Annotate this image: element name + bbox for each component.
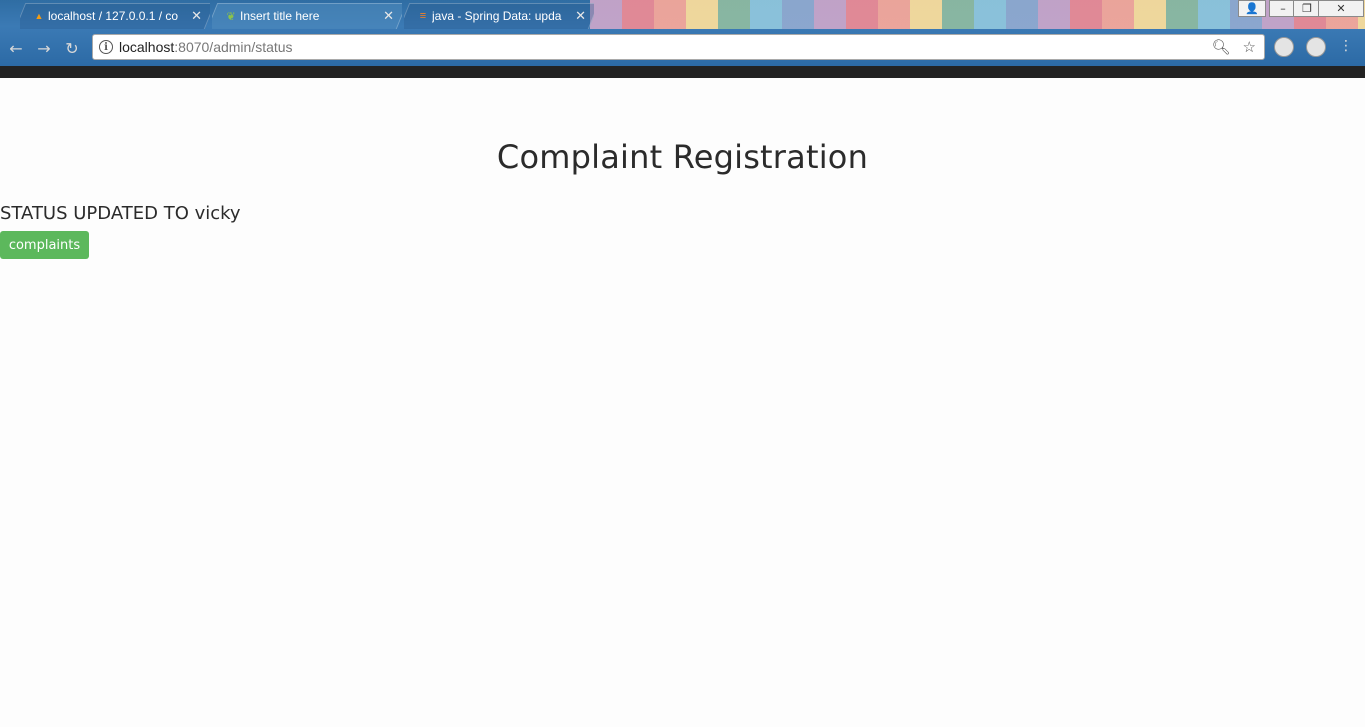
tab-insert-title[interactable]: ❦ Insert title here ✕: [212, 3, 402, 29]
extension-icon[interactable]: [1274, 37, 1294, 57]
page-title: Complaint Registration: [496, 138, 869, 176]
spring-leaf-icon: ❦: [226, 10, 236, 23]
extension-icon[interactable]: [1306, 37, 1326, 57]
tab-title: Insert title here: [240, 9, 320, 23]
forward-icon[interactable]: →: [34, 38, 54, 58]
info-icon[interactable]: i: [99, 40, 113, 54]
reload-icon[interactable]: ↻: [62, 38, 82, 58]
tab-stackoverflow[interactable]: ≡ java - Spring Data: upda ✕: [404, 3, 594, 29]
close-icon[interactable]: ✕: [383, 8, 394, 24]
complaints-button[interactable]: complaints: [0, 231, 89, 259]
navbar-strip: [0, 66, 1365, 78]
close-window-icon[interactable]: ✕: [1318, 0, 1364, 17]
zoom-icon[interactable]: 🔍︎: [1212, 38, 1231, 56]
phpmyadmin-icon: ▲: [34, 11, 44, 21]
back-icon[interactable]: ←: [6, 38, 26, 58]
tab-title: java - Spring Data: upda: [432, 9, 562, 23]
close-icon[interactable]: ✕: [191, 8, 202, 24]
url-path: :8070/admin/status: [174, 39, 293, 55]
stackoverflow-icon: ≡: [419, 10, 427, 22]
tab-title: localhost / 127.0.0.1 / co: [48, 9, 178, 23]
status-message: STATUS UPDATED TO vicky: [0, 203, 241, 224]
browser-chrome: ▲ localhost / 127.0.0.1 / co ✕ ❦ Insert …: [0, 0, 1365, 66]
address-bar[interactable]: i localhost:8070/admin/status 🔍︎ ☆: [92, 34, 1265, 60]
profile-icon[interactable]: 👤: [1238, 0, 1266, 17]
browser-toolbar: ← → ↻ i localhost:8070/admin/status 🔍︎ ☆…: [0, 29, 1365, 66]
menu-icon[interactable]: ⋮: [1339, 38, 1353, 54]
bookmark-star-icon[interactable]: ☆: [1243, 38, 1256, 56]
tab-phpmyadmin[interactable]: ▲ localhost / 127.0.0.1 / co ✕: [20, 3, 210, 29]
close-icon[interactable]: ✕: [575, 8, 586, 24]
url-host: localhost: [119, 39, 175, 55]
restore-icon[interactable]: ❐: [1293, 0, 1321, 17]
